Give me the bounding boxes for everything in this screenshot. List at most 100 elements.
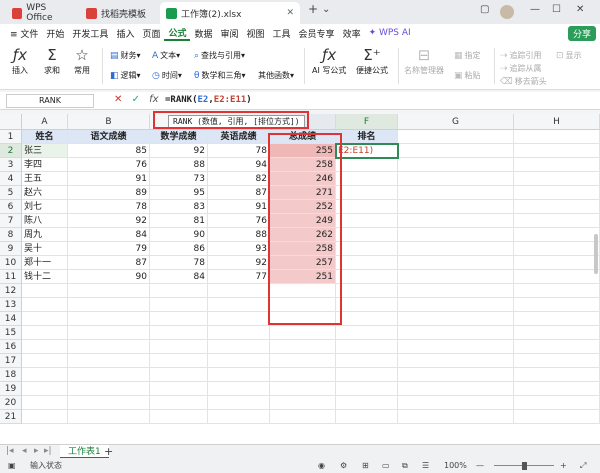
easy-formula-button[interactable]: Σ⁺ 便捷公式 <box>356 45 388 76</box>
empty-cell[interactable] <box>150 340 208 354</box>
score-cell[interactable]: 92 <box>208 256 270 270</box>
page-view-icon[interactable]: ▭ <box>382 458 390 473</box>
fx-label[interactable]: fx <box>149 94 158 105</box>
vertical-scrollbar[interactable] <box>594 234 598 274</box>
empty-cell[interactable] <box>68 340 150 354</box>
other-functions-button[interactable]: 其他函数 ▾ <box>258 70 294 81</box>
tab-wps-office[interactable]: WPS Office <box>6 2 78 24</box>
name-cell[interactable]: 钱十二 <box>22 270 68 284</box>
empty-cell[interactable] <box>68 284 150 298</box>
empty-cell[interactable] <box>398 368 514 382</box>
common-functions-button[interactable]: ☆ 常用 <box>74 45 90 76</box>
score-cell[interactable]: 82 <box>208 172 270 186</box>
show-formulas-button[interactable]: ⊡ 显示 <box>556 50 582 61</box>
empty-cell[interactable] <box>208 284 270 298</box>
rank-cell[interactable] <box>336 242 398 256</box>
row-header-6[interactable]: 6 <box>0 200 22 214</box>
empty-cell[interactable] <box>514 396 600 410</box>
row-header-1[interactable]: 1 <box>0 130 22 144</box>
trace-dependents-button[interactable]: ⇢ 追踪从属 <box>500 63 542 74</box>
menu-item-0[interactable]: ≡ 文件 <box>6 27 42 40</box>
column-header-a[interactable]: A <box>22 114 68 130</box>
empty-cell[interactable] <box>514 340 600 354</box>
rank-cell[interactable] <box>336 228 398 242</box>
column-header-f[interactable]: F <box>336 114 398 130</box>
empty-cell[interactable] <box>398 284 514 298</box>
row-header-2[interactable]: 2 <box>0 144 22 158</box>
empty-cell[interactable] <box>208 312 270 326</box>
empty-cell[interactable] <box>514 284 600 298</box>
empty-cell[interactable] <box>22 312 68 326</box>
menu-item-8[interactable]: 视图 <box>243 27 269 40</box>
rank-cell[interactable] <box>336 214 398 228</box>
tab-template[interactable]: 找稻壳模板 <box>80 2 154 24</box>
empty-cell[interactable] <box>398 326 514 340</box>
empty-cell[interactable] <box>398 382 514 396</box>
spreadsheet-grid[interactable]: ABCDEFGH12345678910111213141516171819202… <box>0 114 600 444</box>
empty-cell[interactable] <box>68 410 150 424</box>
minimize-icon[interactable]: — <box>530 4 540 15</box>
row-header-8[interactable]: 8 <box>0 228 22 242</box>
score-cell[interactable]: 88 <box>208 228 270 242</box>
column-header-h[interactable]: H <box>514 114 600 130</box>
score-cell[interactable]: 73 <box>150 172 208 186</box>
score-cell[interactable]: 84 <box>150 270 208 284</box>
score-cell[interactable]: 76 <box>208 214 270 228</box>
empty-cell[interactable] <box>68 298 150 312</box>
empty-cell[interactable] <box>514 354 600 368</box>
empty-cell[interactable] <box>514 298 600 312</box>
empty-cell[interactable] <box>336 284 398 298</box>
empty-cell[interactable] <box>150 368 208 382</box>
empty-cell[interactable] <box>514 312 600 326</box>
empty-cell[interactable] <box>514 410 600 424</box>
row-header-13[interactable]: 13 <box>0 298 22 312</box>
empty-cell[interactable] <box>150 284 208 298</box>
new-tab-button[interactable]: + <box>308 2 318 16</box>
trace-precedents-button[interactable]: ⇢ 追踪引用 <box>500 50 542 61</box>
score-cell[interactable]: 92 <box>150 144 208 158</box>
score-cell[interactable]: 87 <box>208 186 270 200</box>
empty-cell[interactable] <box>208 382 270 396</box>
empty-cell[interactable] <box>336 354 398 368</box>
empty-cell[interactable] <box>150 354 208 368</box>
menu-item-4[interactable]: 页面 <box>138 27 164 40</box>
empty-cell[interactable] <box>22 284 68 298</box>
score-cell[interactable]: 90 <box>150 228 208 242</box>
empty-cell[interactable] <box>150 326 208 340</box>
nav-last-icon[interactable]: ▸| <box>44 446 52 456</box>
empty-cell[interactable] <box>68 312 150 326</box>
empty-cell[interactable] <box>398 256 514 270</box>
score-cell[interactable]: 84 <box>68 228 150 242</box>
name-cell[interactable]: 李四 <box>22 158 68 172</box>
empty-cell[interactable] <box>68 382 150 396</box>
maximize-icon[interactable]: ☐ <box>552 4 561 15</box>
rank-cell[interactable] <box>336 200 398 214</box>
sheet-tab-1[interactable]: 工作表1 <box>60 445 109 459</box>
empty-cell[interactable] <box>514 144 600 158</box>
cancel-icon[interactable]: ✕ <box>114 94 122 105</box>
empty-cell[interactable] <box>270 368 336 382</box>
row-header-21[interactable]: 21 <box>0 410 22 424</box>
empty-cell[interactable] <box>150 396 208 410</box>
score-cell[interactable]: 93 <box>208 242 270 256</box>
tab-workbook[interactable]: 工作簿(2).xlsx ✕ <box>160 2 300 24</box>
empty-cell[interactable] <box>514 130 600 144</box>
empty-cell[interactable] <box>398 158 514 172</box>
empty-cell[interactable] <box>398 200 514 214</box>
nav-first-icon[interactable]: |◂ <box>6 446 14 456</box>
zoom-slider-handle[interactable] <box>522 462 527 470</box>
logic-button[interactable]: ◧ 逻辑 ▾ <box>110 70 141 81</box>
row-header-14[interactable]: 14 <box>0 312 22 326</box>
empty-cell[interactable] <box>514 158 600 172</box>
empty-cell[interactable] <box>68 396 150 410</box>
empty-cell[interactable] <box>208 326 270 340</box>
score-cell[interactable]: 87 <box>68 256 150 270</box>
paste-button[interactable]: ▣ 粘贴 <box>454 70 481 81</box>
split-view-icon[interactable]: ⧉ <box>402 458 408 473</box>
close-tab-icon[interactable]: ✕ <box>286 8 294 18</box>
empty-cell[interactable] <box>398 298 514 312</box>
formula-input[interactable]: =RANK(E2,E2:E11) <box>165 95 252 105</box>
math-button[interactable]: θ 数学和三角 ▾ <box>194 70 246 81</box>
empty-cell[interactable] <box>514 368 600 382</box>
empty-cell[interactable] <box>270 396 336 410</box>
